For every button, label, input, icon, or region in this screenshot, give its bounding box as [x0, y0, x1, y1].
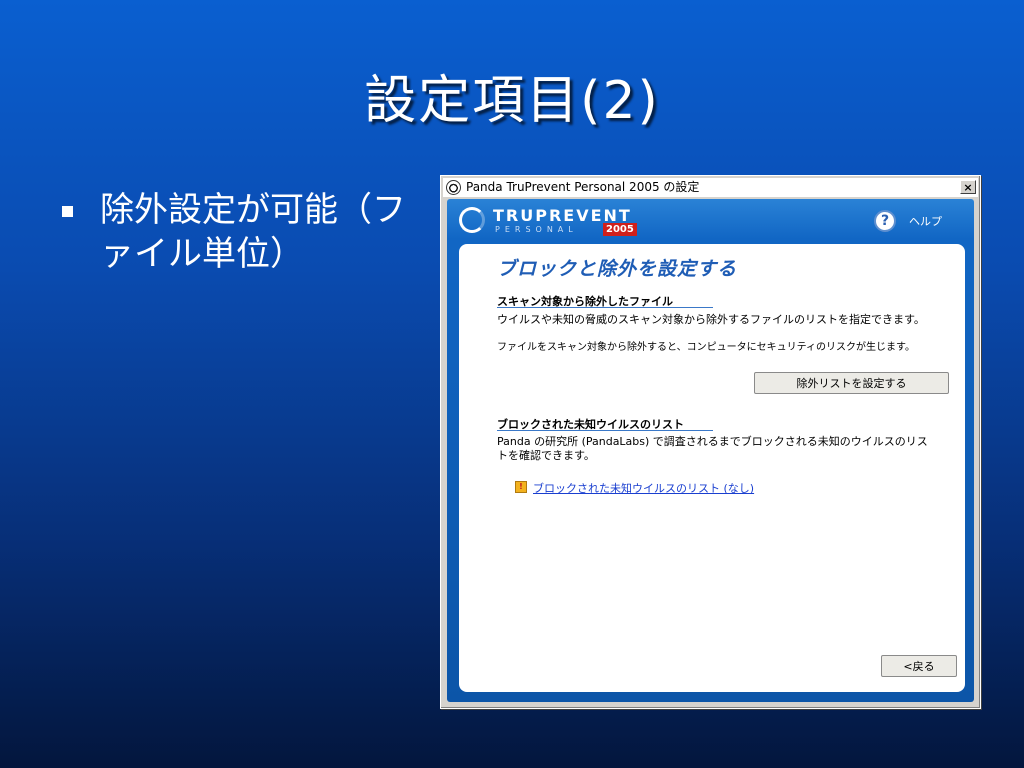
brand-subtitle: PERSONAL: [495, 225, 578, 234]
back-button[interactable]: <戻る: [881, 655, 957, 677]
help-link[interactable]: ヘルプ: [909, 213, 942, 229]
help-icon[interactable]: ?: [874, 210, 896, 232]
truprevent-logo-icon: [459, 207, 485, 233]
warning-list-icon: !: [515, 481, 527, 493]
bullet-text: 除外設定が可能（ファイル単位）: [100, 190, 406, 274]
settings-window: Panda TruPrevent Personal 2005 の設定 × TRU…: [440, 175, 981, 709]
section-divider: [497, 430, 713, 431]
panda-app-icon: [446, 180, 461, 195]
content-panel: ブロックと除外を設定する スキャン対象から除外したファイル ウイルスや未知の脅威…: [459, 244, 965, 692]
exclusions-warning: ファイルをスキャン対象から除外すると、コンピュータにセキュリティのリスクが生じま…: [497, 342, 915, 353]
exclusions-description: ウイルスや未知の脅威のスキャン対象から除外するファイルのリストを指定できます。: [497, 313, 925, 326]
app-frame: TRUPREVENT PERSONAL 2005 ? ヘルプ ブロックと除外を設…: [447, 199, 974, 702]
slide-title: 設定項目(2): [364, 71, 660, 131]
window-title: Panda TruPrevent Personal 2005 の設定: [466, 180, 700, 194]
set-exclusion-list-button[interactable]: 除外リストを設定する: [754, 372, 949, 394]
brand-year-badge: 2005: [603, 223, 637, 236]
blocked-description: Panda の研究所 (PandaLabs) で調査されるまでブロックされる未知…: [497, 435, 928, 462]
bullet-square-icon: [62, 206, 73, 217]
panel-title: ブロックと除外を設定する: [497, 258, 738, 280]
window-titlebar[interactable]: Panda TruPrevent Personal 2005 の設定 ×: [443, 178, 978, 197]
bullet-item: 除外設定が可能（ファイル単位）: [62, 188, 420, 276]
section-divider: [497, 307, 713, 308]
close-button[interactable]: ×: [960, 180, 976, 194]
blocked-viruses-link[interactable]: ブロックされた未知ウイルスのリスト (なし): [533, 480, 754, 496]
